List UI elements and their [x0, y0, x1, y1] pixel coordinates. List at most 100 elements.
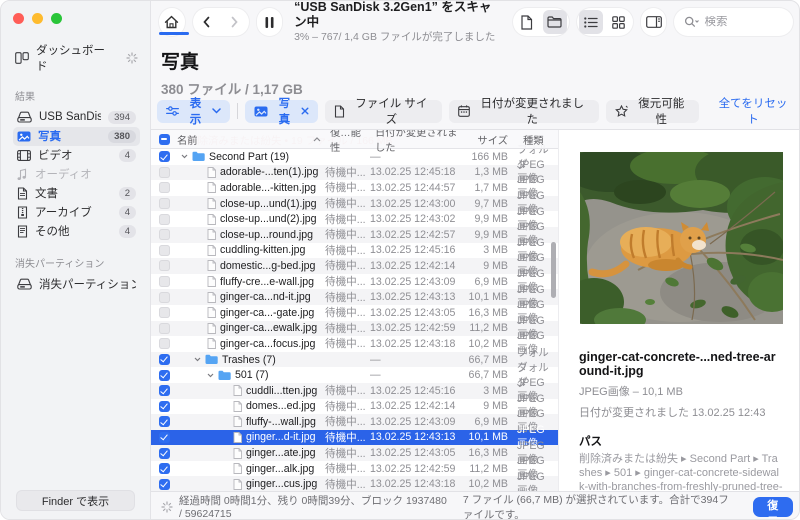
table-row[interactable]: ginger-ca...-gate.jpg 待機中... 13.02.25 12:4…: [151, 299, 558, 325]
table-row[interactable]: adorable...-kitten.jpg 待機中... 13.02.25 12:…: [151, 174, 558, 200]
table-row[interactable]: ginger...d-it.jpg 待機中... 13.02.25 12:43:13…: [151, 424, 558, 450]
list-view-button[interactable]: [578, 10, 603, 34]
table-row[interactable]: fluffy-...wall.jpg 待機中... 13.02.25 12:43:0…: [151, 408, 558, 434]
cell-recov: 待機中...: [325, 431, 366, 444]
disclosure-chevron-icon[interactable]: [181, 154, 188, 159]
file-icon: [207, 307, 216, 319]
forward-button[interactable]: [221, 8, 249, 36]
sidebar-item-other[interactable]: その他 4: [13, 222, 140, 241]
table-row[interactable]: domestic...g-bed.jpg 待機中... 13.02.25 12:42…: [151, 252, 558, 278]
row-checkbox[interactable]: [158, 322, 170, 334]
cell-size: 166 MB: [471, 150, 508, 163]
view-filter-button[interactable]: 表示: [157, 98, 230, 126]
table-row[interactable]: close-up...und(2).jpg 待機中... 13.02.25 12:4…: [151, 206, 558, 232]
folder-view-button[interactable]: [542, 10, 567, 34]
row-checkbox[interactable]: [158, 447, 170, 459]
row-checkbox[interactable]: [158, 198, 170, 210]
cell-date: 13.02.25 12:43:05: [370, 306, 456, 319]
sidebar-item-document[interactable]: 文書 2: [13, 184, 140, 203]
row-checkbox[interactable]: [158, 229, 170, 241]
preview-image: [579, 152, 783, 324]
status-bar: 経過時間 0時間1分、残り 0時間39分、ブロック 1937480 / 5962…: [151, 491, 799, 519]
date-modified-filter-button[interactable]: 日付が変更されました: [448, 98, 599, 126]
row-checkbox[interactable]: [158, 151, 170, 163]
show-in-finder-button[interactable]: Finder で表示: [16, 490, 135, 511]
sidebar-item-dashboard[interactable]: ダッシュボード: [13, 40, 140, 84]
file-icon: [207, 276, 216, 287]
file-icon: [207, 244, 216, 256]
row-checkbox[interactable]: [158, 260, 170, 272]
disclosure-chevron-icon[interactable]: [207, 373, 214, 378]
row-checkbox[interactable]: [158, 385, 170, 397]
table-row[interactable]: Trashes (7) —66,7 MB フォルダ: [151, 347, 558, 374]
file-size-filter-button[interactable]: ファイル サイズ: [324, 98, 442, 126]
panel-toggle-button[interactable]: [640, 8, 667, 36]
select-all-checkbox[interactable]: [158, 133, 170, 145]
column-header-size[interactable]: サイズ: [462, 130, 510, 148]
cell-size: 10,1 MB: [468, 431, 508, 444]
row-checkbox[interactable]: [158, 354, 170, 366]
column-header-date[interactable]: 日付が変更されました: [370, 130, 462, 154]
table-row[interactable]: 501 (7) —66,7 MB フォルダ: [151, 362, 558, 389]
table-row[interactable]: close-up...round.jpg 待機中... 13.02.25 12:42…: [151, 221, 558, 247]
table-row[interactable]: domes...ed.jpg 待機中... 13.02.25 12:42:14 9 M…: [151, 393, 558, 419]
row-checkbox[interactable]: [158, 307, 170, 319]
chevron-down-icon: [212, 108, 221, 114]
grid-view-button[interactable]: [607, 10, 631, 34]
sidebar-item-image[interactable]: 写真 380: [13, 127, 140, 146]
zoom-window-button[interactable]: [51, 13, 62, 24]
row-checkbox[interactable]: [158, 166, 170, 178]
table-row[interactable]: ginger...alk.jpg 待機中... 13.02.25 12:42:59 1…: [151, 455, 558, 481]
file-view-button[interactable]: [515, 10, 539, 34]
table-row[interactable]: cuddli...tten.jpg 待機中... 13.02.25 12:45:16…: [151, 377, 558, 403]
row-checkbox[interactable]: [158, 182, 170, 194]
photo-type-chip[interactable]: 写真: [244, 98, 318, 126]
row-checkbox[interactable]: [158, 276, 170, 288]
table-row[interactable]: close-up...und(1).jpg 待機中... 13.02.25 12:4…: [151, 190, 558, 216]
sidebar-item-video[interactable]: ビデオ 4: [13, 146, 140, 165]
search-input[interactable]: [704, 16, 775, 28]
reset-all-link[interactable]: 全てをリセット: [713, 95, 793, 127]
table-row[interactable]: ginger-ca...ewalk.jpg 待機中... 13.02.25 12:4…: [151, 315, 558, 341]
row-checkbox[interactable]: [158, 463, 170, 475]
sliders-icon: [166, 106, 179, 116]
row-checkbox[interactable]: [158, 416, 170, 428]
table-row[interactable]: ginger-ca...focus.jpg 待機中... 13.02.25 12:4…: [151, 330, 558, 356]
pause-button[interactable]: [256, 8, 283, 36]
recover-button[interactable]: 復元: [752, 496, 793, 519]
lost-partition-label: 消失パーティション "NE...: [39, 278, 136, 291]
row-checkbox[interactable]: [158, 213, 170, 225]
column-header-kind[interactable]: 種類: [516, 130, 558, 148]
sidebar-item-lost-partition[interactable]: 消失パーティション "NE...: [13, 275, 140, 294]
sidebar-item-disk[interactable]: USB SanDisk 3.2... 394: [13, 108, 140, 127]
cell-size: 9,7 MB: [474, 197, 508, 210]
sidebar-item-audio[interactable]: オーディオ: [13, 165, 140, 184]
file-name: adorable...-kitten.jpg: [220, 181, 316, 194]
table-row[interactable]: cuddling-kitten.jpg 待機中... 13.02.25 12:45:…: [151, 237, 558, 263]
row-checkbox[interactable]: [158, 338, 170, 350]
close-window-button[interactable]: [13, 13, 24, 24]
row-checkbox[interactable]: [158, 431, 170, 443]
cell-recov: 待機中...: [325, 182, 366, 195]
recovery-filter-button[interactable]: 復元可能性: [605, 98, 699, 126]
row-checkbox[interactable]: [158, 478, 170, 490]
status-spinner-icon: [161, 500, 173, 513]
cell-recov: 待機中...: [325, 229, 366, 242]
table-scrollbar[interactable]: [551, 242, 556, 298]
sidebar-item-archive[interactable]: アーカイブ 4: [13, 203, 140, 222]
row-checkbox[interactable]: [158, 291, 170, 303]
minimize-window-button[interactable]: [32, 13, 43, 24]
row-checkbox[interactable]: [158, 244, 170, 256]
table-row[interactable]: ginger...cus.jpg 待機中... 13.02.25 12:43:18 1…: [151, 471, 558, 491]
disclosure-chevron-icon[interactable]: [194, 357, 201, 362]
table-row[interactable]: ginger...ate.jpg 待機中... 13.02.25 12:43:05 1…: [151, 440, 558, 466]
search-field[interactable]: [674, 8, 793, 36]
column-header-name[interactable]: 名前: [177, 130, 325, 148]
row-checkbox[interactable]: [158, 369, 170, 381]
table-row[interactable]: fluffy-cre...e-wall.jpg 待機中... 13.02.25 12…: [151, 268, 558, 294]
row-checkbox[interactable]: [158, 400, 170, 412]
table-row[interactable]: ginger-ca...nd-it.jpg 待機中... 13.02.25 12:4…: [151, 284, 558, 310]
column-header-recoverability[interactable]: 復…能性: [325, 130, 370, 154]
table-row[interactable]: adorable-...ten(1).jpg 待機中... 13.02.25 12:…: [151, 159, 558, 185]
back-button[interactable]: [193, 8, 221, 36]
